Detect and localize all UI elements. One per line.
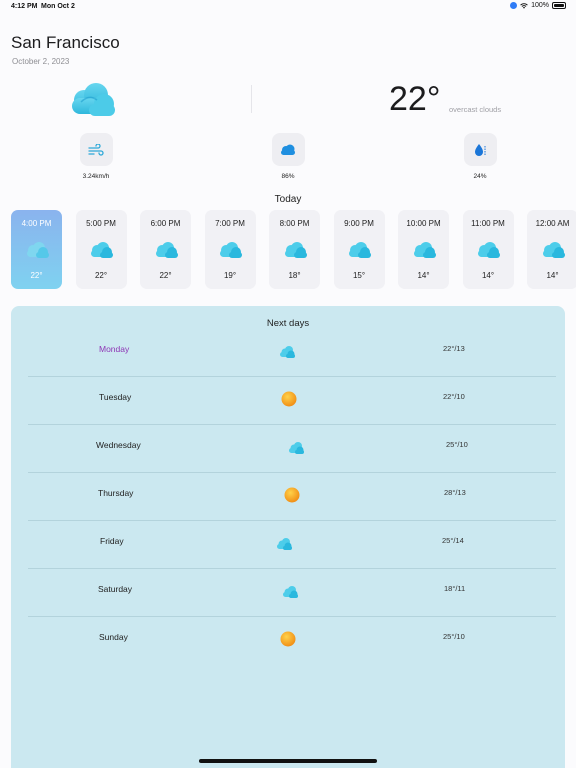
cloud-icon [478, 242, 500, 258]
cloud-icon [91, 242, 113, 258]
hour-temp: 22° [159, 271, 172, 280]
home-indicator[interactable] [199, 759, 377, 763]
hour-time: 11:00 PM [471, 219, 505, 228]
day-row[interactable]: Tuesday 22°/10 [28, 377, 556, 425]
cloud-icon [542, 242, 565, 258]
day-temp: 22°/10 [443, 392, 465, 401]
clouds-metric: 86% [258, 133, 318, 180]
day-temp: 28°/13 [444, 488, 466, 497]
clouds-value: 86% [281, 173, 295, 180]
cloud-icon [72, 83, 115, 116]
hour-card[interactable]: 8:00 PM 18° [269, 210, 320, 289]
day-name: Wednesday [96, 440, 141, 450]
battery-percent: 100% [531, 2, 549, 9]
hour-time: 5:00 PM [86, 219, 116, 228]
location-services-icon [510, 2, 518, 9]
cloud-icon [277, 538, 292, 550]
cloud-icon [155, 242, 178, 258]
humidity-box [463, 133, 497, 166]
current-condition: overcast clouds [449, 105, 502, 114]
wind-value: 3.24km/h [82, 173, 110, 180]
cloud-icon [284, 242, 307, 258]
cloud-icon [280, 346, 295, 358]
wind-metric: 3.24km/h [66, 133, 126, 180]
day-temp: 18°/11 [444, 584, 466, 593]
wifi-icon [520, 2, 528, 9]
day-temp: 25°/10 [443, 632, 465, 641]
hour-card[interactable]: 9:00 PM 15° [333, 210, 385, 289]
sun-icon [284, 487, 300, 503]
hour-time: 7:00 PM [215, 219, 245, 228]
droplet-icon [475, 143, 486, 156]
day-row[interactable]: Thursday 28°/13 [28, 473, 556, 521]
cloud-icon [220, 242, 242, 258]
hour-time: 4:00 PM [21, 219, 52, 228]
hour-time: 9:00 PM [344, 219, 374, 228]
clouds-box [271, 133, 305, 166]
hour-card[interactable]: 10:00 PM 14° [398, 210, 449, 289]
day-name: Saturday [98, 584, 133, 594]
hour-card[interactable]: 7:00 PM 19° [204, 210, 256, 289]
humidity-value: 24% [473, 173, 487, 180]
status-indicators: 100% [510, 2, 566, 9]
cloud-icon [413, 242, 436, 258]
day-row[interactable]: Friday 25°/14 [28, 521, 556, 569]
today-title: Today [274, 194, 302, 205]
hour-time: 12:00 AM [535, 219, 570, 228]
hour-card[interactable]: 11:00 PM 14° [462, 210, 514, 289]
day-name: Sunday [99, 632, 128, 642]
day-row[interactable]: Wednesday 25°/10 [28, 425, 556, 473]
day-row[interactable]: Sunday 25°/10 [28, 617, 556, 665]
status-bar: 4:12 PM Mon Oct 2 100% [0, 0, 576, 14]
sun-icon [281, 391, 297, 407]
cloud-icon [26, 242, 49, 258]
day-temp: 25°/10 [446, 440, 468, 449]
day-row[interactable]: Monday 22°/13 [28, 329, 556, 377]
hour-card[interactable]: 5:00 PM 22° [75, 210, 127, 289]
hour-temp: 15° [352, 271, 366, 280]
hour-card[interactable]: 12:00 AM 14° [527, 210, 576, 289]
sun-icon [280, 631, 296, 647]
wind-icon [88, 143, 104, 156]
cloud-icon [349, 242, 371, 258]
battery-icon [552, 2, 566, 9]
hour-temp: 22° [30, 271, 43, 280]
hour-temp: 19° [223, 271, 237, 280]
day-name: Tuesday [99, 392, 132, 402]
hourly-forecast[interactable]: 4:00 PM 22° 5:00 PM 22° 6:00 PM 22° 7:00… [11, 210, 576, 289]
city-name: San Francisco [11, 33, 120, 52]
cloud-icon [289, 442, 304, 454]
hour-temp: 14° [481, 271, 495, 280]
wind-box [79, 133, 113, 166]
hour-temp: 14° [417, 271, 430, 280]
next-days-title: Next days [266, 318, 310, 329]
hour-time: 10:00 PM [406, 219, 441, 228]
day-row[interactable]: Saturday 18°/11 [28, 569, 556, 617]
current-date: October 2, 2023 [12, 57, 70, 66]
hour-time: 6:00 PM [150, 219, 181, 228]
cloud-icon [283, 586, 298, 598]
status-date: Mon Oct 2 [41, 3, 75, 10]
hour-temp: 22° [94, 271, 108, 280]
day-name: Friday [100, 536, 124, 546]
status-time: 4:12 PM [11, 3, 38, 10]
hour-time: 8:00 PM [279, 219, 310, 228]
current-temperature: 22° [389, 80, 441, 118]
header-divider [251, 85, 252, 113]
hour-temp: 14° [546, 271, 559, 280]
day-temp: 25°/14 [442, 536, 464, 545]
next-days-card: Next days Monday 22°/13 Tuesday 22°/10 W… [11, 306, 565, 768]
day-name: Monday [99, 344, 130, 354]
hour-card[interactable]: 4:00 PM 22° [11, 210, 62, 289]
hour-card[interactable]: 6:00 PM 22° [140, 210, 191, 289]
cloud-icon [281, 144, 295, 155]
day-temp: 22°/13 [443, 344, 465, 353]
day-name: Thursday [98, 488, 134, 498]
hour-temp: 18° [288, 271, 301, 280]
humidity-metric: 24% [450, 133, 510, 180]
